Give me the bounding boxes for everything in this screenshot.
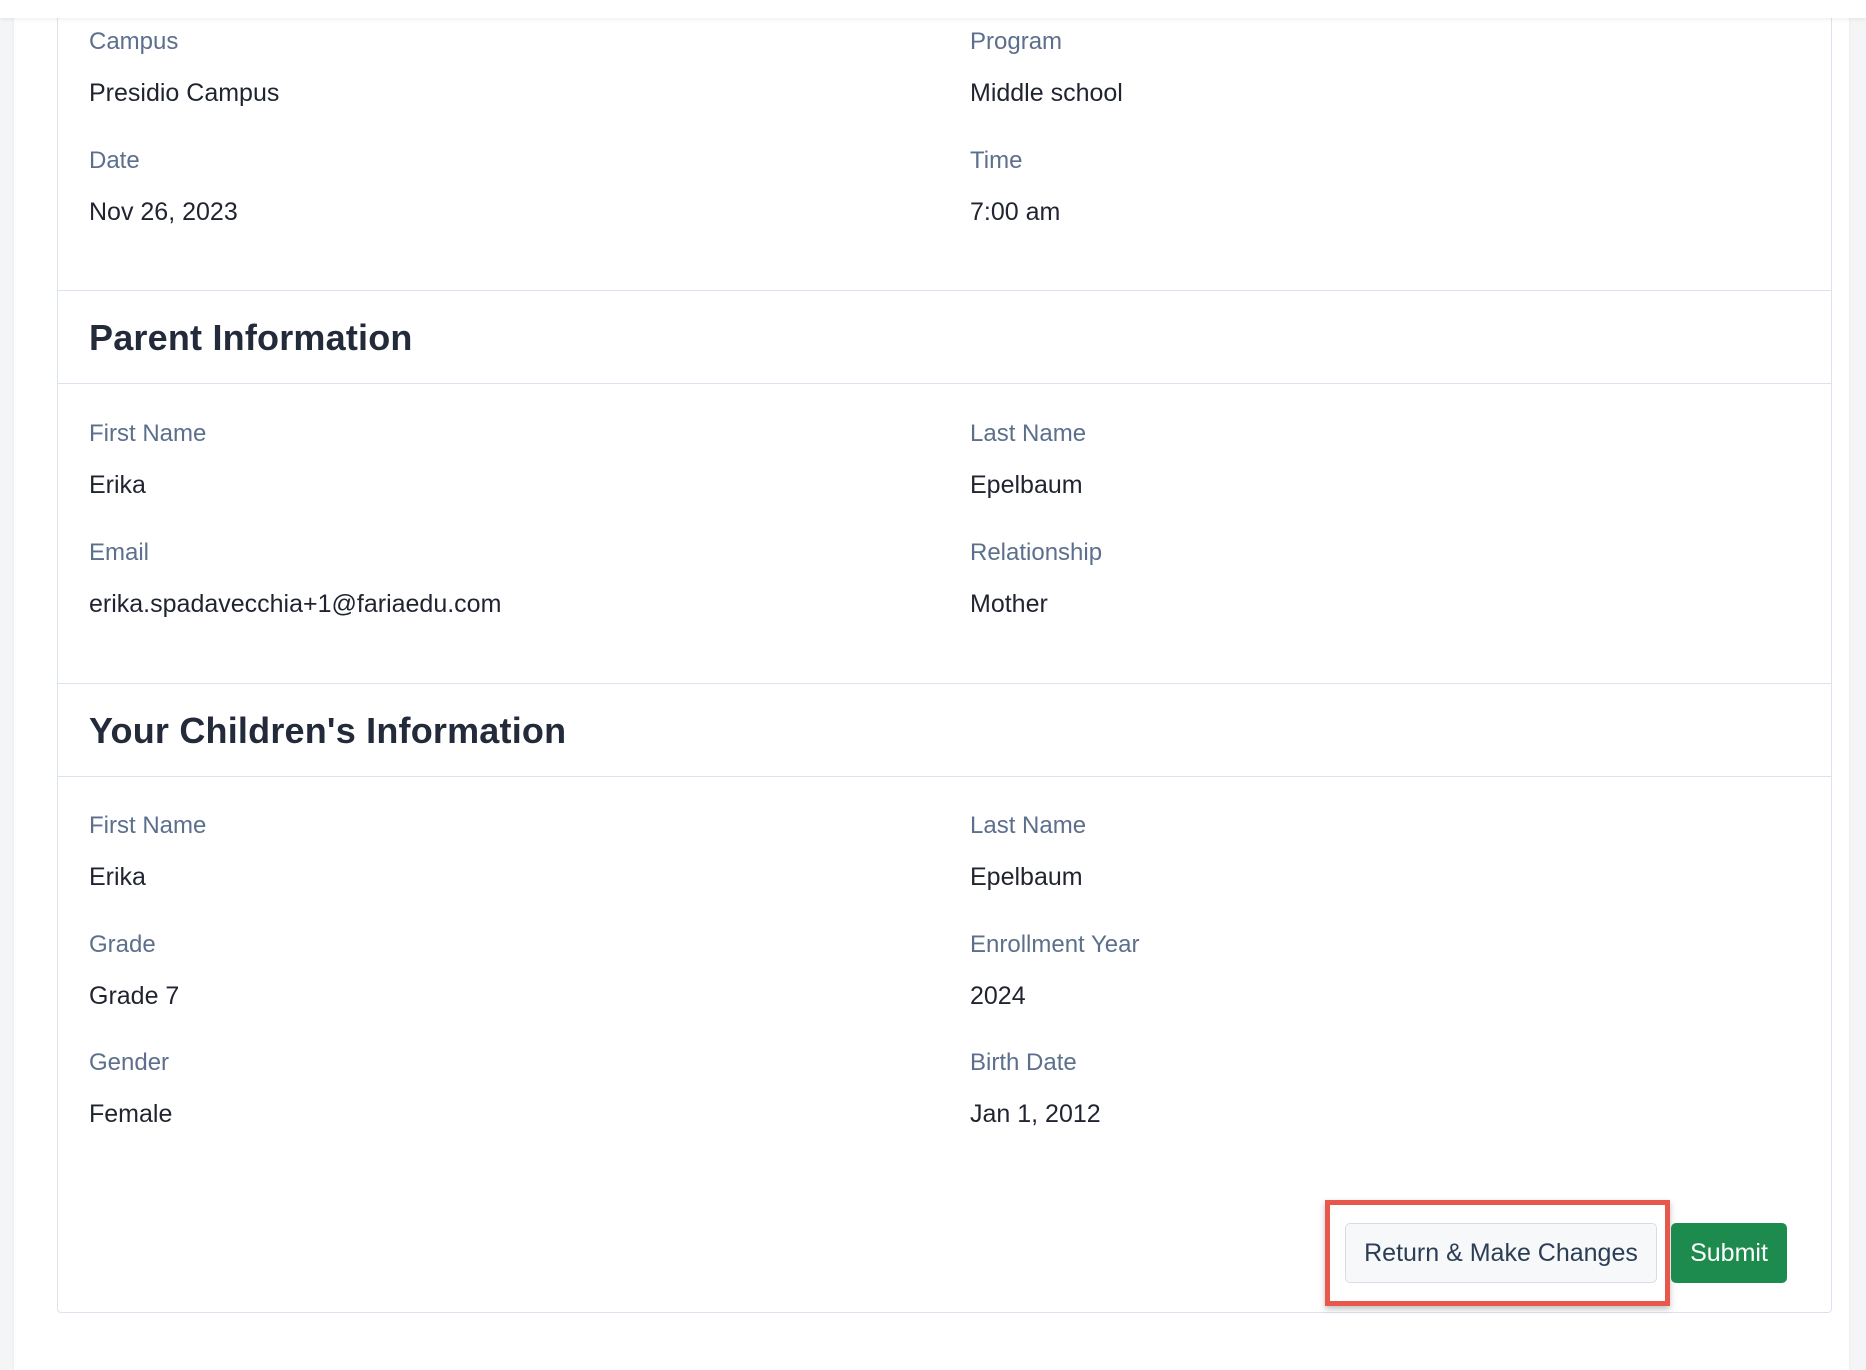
child-last-name-field: Last Name Epelbaum	[970, 811, 1086, 892]
child-enrollment-year-label: Enrollment Year	[970, 931, 1140, 958]
child-birth-date-value: Jan 1, 2012	[970, 1100, 1101, 1128]
child-birth-date-label: Birth Date	[970, 1049, 1077, 1076]
child-last-name-label: Last Name	[970, 812, 1087, 839]
children-section-title: Your Children's Information	[89, 710, 567, 751]
submit-button[interactable]: Submit	[1671, 1223, 1787, 1283]
date-field: Date Nov 26, 2023	[89, 146, 238, 227]
parent-relationship-label: Relationship	[970, 539, 1103, 566]
child-grade-field: Grade Grade 7	[89, 930, 179, 1011]
parent-relationship-value: Mother	[970, 590, 1048, 618]
section-divider	[58, 776, 1831, 777]
child-gender-label: Gender	[89, 1049, 170, 1076]
parent-relationship-field: Relationship Mother	[970, 538, 1102, 619]
parent-email-label: Email	[89, 539, 150, 566]
time-field: Time 7:00 am	[970, 146, 1060, 227]
child-enrollment-year-value: 2024	[970, 982, 1026, 1010]
child-first-name-label: First Name	[89, 812, 207, 839]
section-divider	[58, 683, 1831, 684]
child-grade-value: Grade 7	[89, 982, 180, 1010]
date-label: Date	[89, 147, 140, 174]
section-divider	[58, 383, 1831, 384]
child-gender-field: Gender Female	[89, 1048, 172, 1129]
child-gender-value: Female	[89, 1100, 173, 1128]
child-last-name-value: Epelbaum	[970, 863, 1083, 891]
top-header-edge	[0, 0, 1866, 18]
parent-first-name-label: First Name	[89, 420, 207, 447]
program-label: Program	[970, 28, 1063, 55]
campus-field: Campus Presidio Campus	[89, 27, 279, 108]
child-first-name-field: First Name Erika	[89, 811, 206, 892]
campus-value: Presidio Campus	[89, 79, 280, 107]
review-card: Campus Presidio Campus Program Middle sc…	[57, 0, 1832, 1313]
campus-label: Campus	[89, 28, 179, 55]
child-birth-date-field: Birth Date Jan 1, 2012	[970, 1048, 1101, 1129]
program-field: Program Middle school	[970, 27, 1123, 108]
date-value: Nov 26, 2023	[89, 198, 238, 226]
parent-email-field: Email erika.spadavecchia+1@fariaedu.com	[89, 538, 501, 619]
parent-last-name-value: Epelbaum	[970, 471, 1083, 499]
program-value: Middle school	[970, 79, 1123, 107]
parent-section-title: Parent Information	[89, 317, 413, 358]
child-first-name-value: Erika	[89, 863, 146, 891]
parent-last-name-label: Last Name	[970, 420, 1087, 447]
time-label: Time	[970, 147, 1023, 174]
page-container: Campus Presidio Campus Program Middle sc…	[14, 0, 1849, 1370]
time-value: 7:00 am	[970, 198, 1061, 226]
parent-first-name-value: Erika	[89, 471, 146, 499]
child-enrollment-year-field: Enrollment Year 2024	[970, 930, 1139, 1011]
return-make-changes-button[interactable]: Return & Make Changes	[1345, 1223, 1657, 1283]
child-grade-label: Grade	[89, 931, 156, 958]
parent-last-name-field: Last Name Epelbaum	[970, 419, 1086, 500]
parent-first-name-field: First Name Erika	[89, 419, 206, 500]
parent-email-value: erika.spadavecchia+1@fariaedu.com	[89, 590, 502, 618]
section-divider	[58, 290, 1831, 291]
